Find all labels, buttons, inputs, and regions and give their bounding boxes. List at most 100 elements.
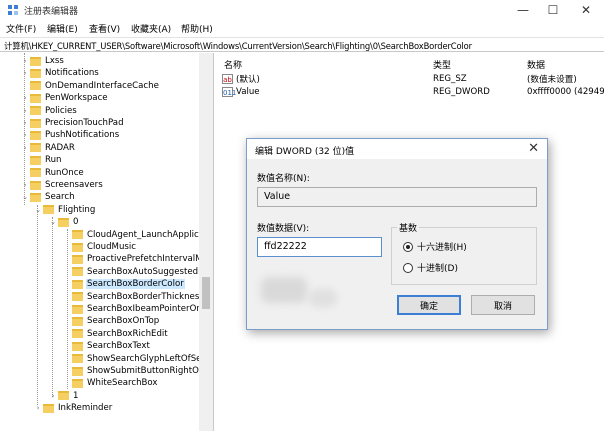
chevron-right-icon[interactable]: › xyxy=(48,392,58,400)
tree-item-label: SearchBoxBorderColor xyxy=(86,279,185,290)
folder-icon xyxy=(43,205,54,215)
blurred-region xyxy=(309,289,337,307)
tree-item[interactable]: › Lxss xyxy=(20,55,65,67)
edit-dword-dialog: 编辑 DWORD (32 位)值 ✕ 数值名称(N): Value 数值数据(V… xyxy=(246,138,548,330)
column-data[interactable]: 数据 xyxy=(527,58,545,71)
tree-item-label: SearchBoxOnTop xyxy=(87,316,160,327)
tree-item-label: WhiteSearchBox xyxy=(87,378,158,389)
chevron-right-icon[interactable]: › xyxy=(20,144,30,152)
tree-item-label: 0 xyxy=(73,217,79,228)
tree-item[interactable]: RunOnce xyxy=(20,167,85,179)
tree-item-label: CloudAgent_LaunchApplicati xyxy=(87,229,210,240)
radio-dec-indicator[interactable] xyxy=(403,262,413,273)
address-bar[interactable]: 计算机\HKEY_CURRENT_USER\Software\Microsoft… xyxy=(0,37,604,52)
chevron-right-icon[interactable]: › xyxy=(20,94,30,102)
folder-icon xyxy=(58,391,69,401)
registry-editor-icon xyxy=(8,5,18,15)
tree-item[interactable]: ShowSubmitButtonRightOfSe xyxy=(62,365,213,377)
folder-icon xyxy=(72,329,83,339)
tree-item[interactable]: › RADAR xyxy=(20,142,76,154)
chevron-right-icon[interactable]: › xyxy=(20,131,30,139)
radio-hex[interactable]: 十六进制(H) xyxy=(403,240,467,253)
radio-dec[interactable]: 十进制(D) xyxy=(403,261,458,274)
key-tree[interactable]: › Lxss › Notifications OnDemandInterfaceCach… xyxy=(0,53,214,431)
tree-item[interactable]: CloudAgent_LaunchApplicati xyxy=(62,229,211,241)
tree-item[interactable]: ProactivePrefetchIntervalMin xyxy=(62,253,211,265)
column-name[interactable]: 名称 xyxy=(224,58,242,71)
maximize-button[interactable]: ☐ xyxy=(537,0,569,20)
value-row-default[interactable]: ab (默认) xyxy=(222,72,260,85)
chevron-down-icon[interactable]: ⌄ xyxy=(48,218,58,226)
menu-view[interactable]: 查看(V) xyxy=(89,22,120,35)
tree-item[interactable]: › PenWorkspace xyxy=(20,92,109,104)
column-type[interactable]: 类型 xyxy=(433,58,451,71)
tree-item[interactable]: › 1 xyxy=(48,390,79,402)
tree-scrollbar[interactable] xyxy=(199,53,213,431)
tree-item-label: Lxss xyxy=(45,56,64,66)
radio-dec-label: 十进制(D) xyxy=(417,264,458,274)
folder-icon xyxy=(30,155,41,165)
tree-item[interactable]: Run xyxy=(20,154,62,166)
tree-item[interactable]: SearchBoxIbeamPointerOnH xyxy=(62,303,209,315)
tree-item[interactable]: ⌄ 0 xyxy=(48,216,79,228)
menu-file[interactable]: 文件(F) xyxy=(6,22,36,35)
tree-item[interactable]: › Policies xyxy=(20,105,78,117)
chevron-right-icon[interactable]: › xyxy=(20,69,30,77)
tree-item[interactable]: WhiteSearchBox xyxy=(62,377,159,389)
tree-item-label: Search xyxy=(45,192,75,203)
folder-icon xyxy=(72,254,83,264)
folder-icon xyxy=(72,354,83,364)
chevron-right-icon[interactable]: › xyxy=(20,181,30,189)
tree-item[interactable]: › Notifications xyxy=(20,67,100,79)
tree-item[interactable]: SearchBoxBorderThickness xyxy=(62,291,205,303)
tree-item[interactable]: SearchBoxAutoSuggestedFo xyxy=(62,266,209,278)
tree-item[interactable]: ⌄ Flighting xyxy=(33,204,96,216)
tree-item[interactable]: › InkReminder xyxy=(33,402,113,414)
tree-item[interactable]: › Screensavers xyxy=(20,179,104,191)
value-data-input[interactable]: ffd22222 xyxy=(257,237,382,257)
ok-button[interactable]: 确定 xyxy=(397,295,461,315)
close-button[interactable]: ✕ xyxy=(570,0,602,20)
folder-icon xyxy=(72,279,83,289)
chevron-down-icon[interactable]: ⌄ xyxy=(20,193,30,201)
blurred-region xyxy=(261,277,307,303)
radio-hex-indicator[interactable] xyxy=(403,241,413,252)
menu-favorites[interactable]: 收藏夹(A) xyxy=(131,22,171,35)
tree-item-label: SearchBoxRichEdit xyxy=(87,328,168,339)
tree-item[interactable]: SearchBoxText xyxy=(62,340,151,352)
folder-icon xyxy=(30,192,41,202)
value-data-label: 数值数据(V): xyxy=(257,224,310,234)
folder-icon xyxy=(30,93,41,103)
chevron-right-icon[interactable]: › xyxy=(20,107,30,115)
chevron-down-icon[interactable]: ⌄ xyxy=(33,206,43,214)
tree-item[interactable]: › PrecisionTouchPad xyxy=(20,117,125,129)
tree-item[interactable]: ⌄ Search xyxy=(20,191,76,203)
menu-edit[interactable]: 编辑(E) xyxy=(47,22,78,35)
folder-icon xyxy=(72,316,83,326)
tree-guide-line xyxy=(52,217,53,397)
base-label: 基数 xyxy=(397,221,420,234)
tree-item[interactable]: SearchBoxOnTop xyxy=(62,315,160,327)
tree-item-label: Screensavers xyxy=(45,180,103,190)
tree-item-label: Notifications xyxy=(45,68,99,79)
cancel-button[interactable]: 取消 xyxy=(471,295,535,315)
dialog-close-icon[interactable]: ✕ xyxy=(528,141,539,156)
tree-item[interactable]: CloudMusic xyxy=(62,241,137,253)
tree-item[interactable]: OnDemandInterfaceCache xyxy=(20,80,160,92)
minimize-button[interactable]: — xyxy=(507,0,539,20)
chevron-right-icon[interactable]: › xyxy=(20,57,30,65)
chevron-right-icon[interactable]: › xyxy=(33,404,43,412)
tree-scrollbar-thumb[interactable] xyxy=(202,277,210,309)
value-row-value[interactable]: 011 Value xyxy=(222,85,260,98)
tree-item[interactable]: SearchBoxBorderColor xyxy=(62,278,185,290)
tree-item[interactable]: ShowSearchGlyphLeftOfSear xyxy=(62,353,211,365)
menu-help[interactable]: 帮助(H) xyxy=(181,22,213,35)
address-path[interactable]: 计算机\HKEY_CURRENT_USER\Software\Microsoft… xyxy=(4,40,472,52)
tree-item[interactable]: › PushNotifications xyxy=(20,129,120,141)
dialog-title: 编辑 DWORD (32 位)值 xyxy=(255,147,355,157)
tree-item-label: PenWorkspace xyxy=(45,93,108,104)
chevron-right-icon[interactable]: › xyxy=(20,119,30,127)
tree-guide-line xyxy=(37,205,38,405)
folder-icon xyxy=(30,168,41,178)
tree-item[interactable]: SearchBoxRichEdit xyxy=(62,328,169,340)
